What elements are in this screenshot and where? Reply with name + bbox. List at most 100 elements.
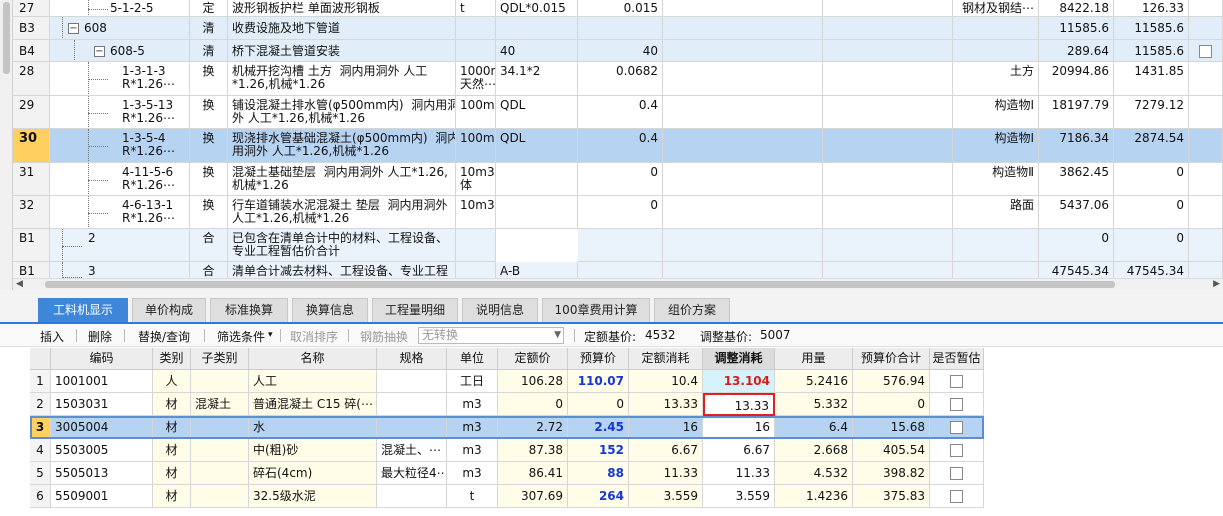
empty-cell — [663, 163, 823, 196]
delete-button[interactable]: 删除 — [88, 328, 112, 345]
tab-chapter100-fees[interactable]: 100章费用计算 — [542, 298, 650, 322]
filter-button[interactable]: 筛选条件 — [217, 328, 265, 345]
estimate-checkbox[interactable] — [1189, 17, 1223, 40]
code-cell: 5-1-2-5 — [50, 0, 190, 17]
fee-type-cell — [953, 40, 1039, 62]
bp-cell[interactable]: 152 — [568, 439, 629, 462]
qty-cell: 0 — [578, 163, 663, 196]
tab-unit-price[interactable]: 单价构成 — [132, 298, 206, 322]
scroll-right-icon[interactable]: ▶ — [1213, 279, 1220, 289]
empty-cell — [823, 129, 953, 163]
column-header[interactable]: 调整消耗 — [703, 348, 775, 370]
item-unit: 100m — [456, 129, 496, 163]
tab-quantity-detail[interactable]: 工程量明细 — [372, 298, 458, 322]
estimate-checkbox[interactable] — [1189, 0, 1223, 17]
vertical-scrollbar[interactable] — [0, 0, 13, 290]
expr-cell — [496, 196, 578, 229]
ac-cell[interactable]: 16 — [703, 416, 775, 439]
checkbox[interactable] — [950, 490, 963, 503]
unit-cell: m3 — [447, 462, 498, 485]
estimate-checkbox[interactable] — [1189, 229, 1223, 262]
horizontal-scrollbar[interactable]: ◀ ▶ — [13, 278, 1223, 290]
rebar-swap-select[interactable]: 无转换 ▼ — [418, 327, 564, 344]
bp-cell[interactable]: 2.45 — [568, 416, 629, 439]
tab-standard-conversion[interactable]: 标准换算 — [210, 298, 288, 322]
checkbox[interactable] — [950, 421, 963, 434]
total-cell: 576.94 — [853, 370, 930, 393]
replace-query-button[interactable]: 替换/查询 — [138, 328, 190, 345]
checkbox[interactable] — [950, 467, 963, 480]
estimate-checkbox-cell[interactable] — [930, 393, 984, 416]
expr-cell: 34.1*2 — [496, 62, 578, 96]
v1-cell: 7186.34 — [1039, 129, 1114, 163]
quota-base-value: 4532 — [645, 328, 676, 342]
ac-cell[interactable]: 13.104 — [703, 370, 775, 393]
empty-cell — [823, 96, 953, 129]
item-code: 3 — [88, 264, 96, 278]
item-name: 已包含在清单合计中的材料、工程设备、 专业工程暂估价合计 — [228, 229, 456, 262]
column-header[interactable]: 单位 — [447, 348, 498, 370]
use-cell: 6.4 — [775, 416, 853, 439]
cancel-sort-button[interactable]: 取消排序 — [290, 328, 338, 345]
tab-conversion-info[interactable]: 换算信息 — [292, 298, 368, 322]
estimate-checkbox-cell[interactable] — [930, 370, 984, 393]
code-cell: 1-3-1-3 R*1.26⋯ — [50, 62, 190, 96]
bp-cell[interactable]: 0 — [568, 393, 629, 416]
checkbox[interactable] — [950, 398, 963, 411]
column-header[interactable]: 预算价 — [568, 348, 629, 370]
fee-type-cell: 路面 — [953, 196, 1039, 229]
column-header[interactable]: 类别 — [153, 348, 191, 370]
bp-cell[interactable]: 264 — [568, 485, 629, 508]
estimate-checkbox[interactable] — [1189, 163, 1223, 196]
expr-cell: QDL*0.015 — [496, 0, 578, 17]
tab-pricing-plan[interactable]: 组价方案 — [654, 298, 730, 322]
scroll-left-icon[interactable]: ◀ — [16, 279, 23, 289]
column-header[interactable]: 规格 — [377, 348, 447, 370]
estimate-checkbox[interactable] — [1189, 262, 1223, 278]
column-header[interactable]: 定额消耗 — [629, 348, 703, 370]
column-header[interactable]: 名称 — [249, 348, 377, 370]
estimate-checkbox[interactable] — [1189, 196, 1223, 229]
qc-cell: 11.33 — [629, 462, 703, 485]
checkbox[interactable] — [950, 444, 963, 457]
row-number: 3 — [30, 416, 51, 439]
column-header[interactable]: 是否暂估 — [930, 348, 984, 370]
detail-tabs: 工料机显示 单价构成 标准换算 换算信息 工程量明细 说明信息 100章费用计算… — [0, 290, 1223, 324]
column-header[interactable]: 定额价 — [498, 348, 568, 370]
bp-cell[interactable]: 110.07 — [568, 370, 629, 393]
v2-cell: 11585.6 — [1114, 17, 1189, 40]
estimate-checkbox-cell[interactable] — [930, 416, 984, 439]
checkbox[interactable] — [950, 375, 963, 388]
chevron-down-icon[interactable]: ▾ — [268, 330, 273, 340]
item-name: 桥下混凝土管道安装 — [228, 40, 456, 62]
estimate-checkbox[interactable] — [1189, 62, 1223, 96]
insert-button[interactable]: 插入 — [40, 328, 64, 345]
collapse-icon[interactable]: − — [68, 23, 79, 34]
estimate-checkbox[interactable] — [1189, 40, 1223, 62]
item-name: 收费设施及地下管道 — [228, 17, 456, 40]
expr-cell — [496, 17, 578, 40]
scroll-thumb[interactable] — [3, 2, 10, 74]
estimate-checkbox-cell[interactable] — [930, 439, 984, 462]
empty-cell — [663, 262, 823, 278]
v1-cell: 20994.86 — [1039, 62, 1114, 96]
estimate-checkbox[interactable] — [1189, 129, 1223, 163]
bp-cell[interactable]: 88 — [568, 462, 629, 485]
checkbox[interactable] — [1199, 44, 1212, 58]
ac-cell[interactable]: 3.559 — [703, 485, 775, 508]
estimate-checkbox[interactable] — [1189, 96, 1223, 129]
adjust-base-value: 5007 — [760, 328, 791, 342]
ac-cell[interactable]: 11.33 — [703, 462, 775, 485]
column-header[interactable]: 编码 — [51, 348, 153, 370]
collapse-icon[interactable]: − — [94, 45, 105, 57]
column-header[interactable]: 预算价合计 — [853, 348, 930, 370]
scroll-thumb[interactable] — [45, 281, 1115, 288]
estimate-checkbox-cell[interactable] — [930, 485, 984, 508]
column-header[interactable]: 子类别 — [191, 348, 249, 370]
column-header[interactable]: 用量 — [775, 348, 853, 370]
ac-cell[interactable]: 13.33 — [703, 393, 775, 416]
estimate-checkbox-cell[interactable] — [930, 462, 984, 485]
ac-cell[interactable]: 6.67 — [703, 439, 775, 462]
tab-description[interactable]: 说明信息 — [462, 298, 538, 322]
tab-resources[interactable]: 工料机显示 — [38, 298, 128, 322]
